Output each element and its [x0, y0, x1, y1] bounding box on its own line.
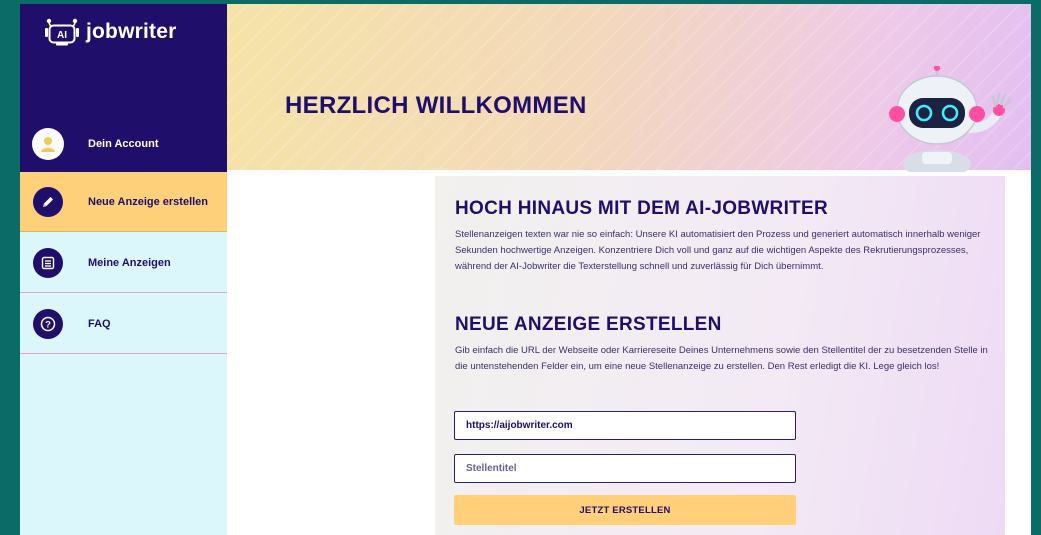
sidebar-item-neue-anzeige[interactable]: Neue Anzeige erstellen — [20, 172, 227, 232]
url-input[interactable] — [454, 411, 796, 440]
app-frame: AI jobwriter Dein Account Neue Anzeige e… — [20, 4, 1031, 535]
brand-name: jobwriter — [86, 20, 177, 43]
account-label: Dein Account — [88, 138, 159, 150]
avatar — [32, 128, 64, 160]
logo[interactable]: AI jobwriter — [42, 16, 176, 48]
account-link[interactable]: Dein Account — [32, 128, 159, 160]
page-title: HERZLICH WILLKOMMEN — [285, 92, 587, 119]
svg-text:?: ? — [45, 319, 51, 330]
form-heading: NEUE ANZEIGE ERSTELLEN — [455, 314, 722, 335]
sidebar: AI jobwriter Dein Account Neue Anzeige e… — [20, 4, 227, 535]
sidebar-item-label: Meine Anzeigen — [88, 256, 171, 269]
sidebar-header: AI jobwriter Dein Account — [20, 4, 227, 172]
list-icon — [33, 247, 63, 278]
form-description: Gib einfach die URL der Webseite oder Ka… — [455, 345, 988, 372]
header-banner: HERZLICH WILLKOMMEN — [227, 4, 1031, 172]
pencil-icon — [33, 186, 63, 217]
create-ad-button[interactable]: JETZT ERSTELLEN — [454, 495, 796, 525]
logo-badge: AI — [57, 30, 67, 41]
sidebar-item-faq[interactable]: ? FAQ — [20, 294, 227, 354]
user-icon — [41, 137, 55, 152]
intro-text: Stellenanzeigen texten war nie so einfac… — [455, 229, 981, 272]
question-icon: ? — [33, 308, 63, 339]
sidebar-item-meine-anzeigen[interactable]: Meine Anzeigen — [20, 233, 227, 293]
ai-robot-logo-icon: AI — [45, 18, 79, 46]
job-title-input[interactable] — [454, 454, 796, 483]
robot-mascot-icon — [889, 66, 1012, 172]
sidebar-item-label: FAQ — [88, 317, 111, 330]
sidebar-item-label: Neue Anzeige erstellen — [88, 195, 209, 208]
main-content-card: HOCH HINAUS MIT DEM AI-JOBWRITER Stellen… — [435, 176, 1005, 535]
intro-heading: HOCH HINAUS MIT DEM AI-JOBWRITER — [455, 198, 829, 219]
